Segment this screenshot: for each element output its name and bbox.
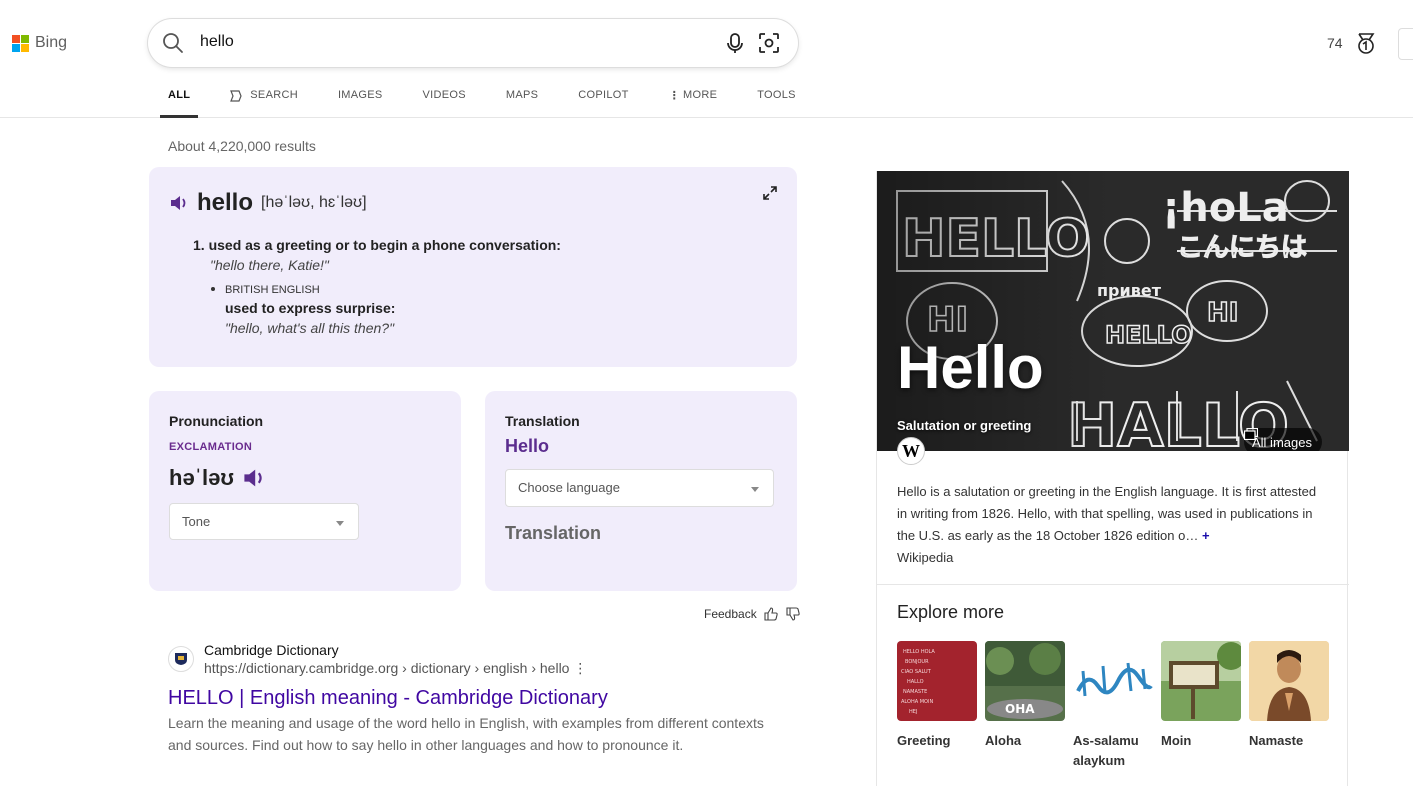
translation-card: Translation Hello Choose language Transl…: [485, 391, 797, 591]
tone-select[interactable]: Tone: [169, 503, 359, 540]
svg-text:BONJOUR: BONJOUR: [905, 659, 929, 665]
more-options-icon[interactable]: ⋮: [573, 660, 587, 676]
tab-search[interactable]: SEARCH: [220, 86, 306, 118]
part-of-speech: EXCLAMATION: [169, 441, 253, 453]
speaker-icon[interactable]: [242, 467, 266, 489]
moin-thumbnail: [1161, 641, 1241, 721]
search-box[interactable]: hello: [148, 19, 798, 67]
greeting-thumbnail: HELLO HOLA BONJOUR CIAO SALUT HALLO NAMAST…: [897, 641, 977, 721]
tab-images[interactable]: IMAGES: [330, 86, 391, 118]
divider: [877, 584, 1349, 585]
svg-text:ОНА: ОНА: [1005, 702, 1035, 716]
explore-item-moin[interactable]: Moin: [1161, 641, 1241, 771]
explore-more-title: Explore more: [897, 602, 1005, 622]
bullet: [211, 287, 215, 291]
ipa-value: həˈləʊ: [169, 465, 235, 490]
definition-2: used to express surprise:: [225, 300, 396, 316]
gallery-icon: [1244, 428, 1258, 440]
logo-text: Bing: [35, 34, 68, 51]
thumbs-up-icon[interactable]: [763, 606, 779, 622]
svg-text:HELLO HOLA: HELLO HOLA: [903, 649, 935, 655]
result-snippet: Learn the meaning and usage of the word …: [168, 715, 764, 753]
dictionary-word: hello: [197, 189, 254, 216]
chevron-down-icon: [336, 521, 344, 526]
all-images-button[interactable]: All images: [1244, 428, 1322, 451]
site-favicon[interactable]: [168, 646, 194, 672]
hello-chalkboard-image[interactable]: HELLO ¡hoLa HELLO HI HI HALLO こんにちは прив…: [877, 171, 1349, 451]
dictionary-pronunciation: [həˈləʊ, hɛˈləʊ]: [261, 194, 367, 211]
calligraphy-thumbnail: [1073, 641, 1153, 721]
speaker-icon[interactable]: [169, 194, 189, 212]
result-url: https://dictionary.cambridge.org › dicti…: [204, 660, 588, 676]
search-input[interactable]: hello: [200, 33, 234, 51]
dictionary-header: hello [həˈləʊ, hɛˈləʊ]: [169, 189, 367, 217]
svg-text:NAMASTE: NAMASTE: [903, 689, 927, 695]
example-2: "hello, what's all this then?": [225, 320, 395, 336]
copilot-search-icon: [230, 90, 242, 102]
microphone-icon[interactable]: [724, 32, 746, 54]
aloha-thumbnail: ОНА: [985, 641, 1065, 721]
cambridge-shield-icon: [175, 653, 187, 665]
dictionary-card: hello [həˈləʊ, hɛˈləʊ] 1. used as a gree…: [149, 167, 797, 367]
tab-tools[interactable]: TOOLS: [749, 86, 804, 118]
explore-more-list: HELLO HOLA BONJOUR CIAO SALUT HALLO NAMAST…: [897, 641, 1329, 771]
ipa-text: həˈləʊ: [169, 465, 266, 491]
header: Bing hello 74 ALL SEARCH IMAGES VIDEOS M…: [0, 0, 1413, 118]
tab-more[interactable]: ⋮ MORE: [661, 86, 726, 118]
more-dots-icon: ⋮: [668, 90, 680, 102]
explore-item-greeting[interactable]: HELLO HOLA BONJOUR CIAO SALUT HALLO NAMAST…: [897, 641, 977, 771]
pronunciation-card: Pronunciation EXCLAMATION həˈləʊ Tone: [149, 391, 461, 591]
rewards-count[interactable]: 74: [1327, 35, 1343, 51]
search-tabs: ALL SEARCH IMAGES VIDEOS MAPS COPILOT ⋮ …: [160, 86, 804, 118]
entity-subtitle: Salutation or greeting: [897, 418, 1032, 433]
microsoft-logo-icon: [12, 34, 29, 52]
feedback-label[interactable]: Feedback: [704, 607, 757, 621]
entity-description: Hello is a salutation or greeting in the…: [897, 484, 1317, 543]
knowledge-panel: HELLO ¡hoLa HELLO HI HI HALLO こんにちは прив…: [876, 171, 1349, 786]
result-site-name[interactable]: Cambridge Dictionary: [204, 642, 339, 658]
translation-output: Translation: [505, 523, 602, 543]
chalkboard-art: HELLO ¡hoLa HELLO HI HI HALLO こんにちは прив…: [877, 171, 1349, 451]
example-1: "hello there, Katie!": [210, 257, 329, 273]
rewards-medal-icon[interactable]: [1354, 31, 1378, 55]
tab-all[interactable]: ALL: [160, 86, 199, 118]
explore-item-namaste[interactable]: Namaste: [1249, 641, 1329, 771]
language-select[interactable]: Choose language: [505, 469, 774, 507]
profile-button[interactable]: [1398, 28, 1413, 60]
wikipedia-icon[interactable]: W: [897, 437, 925, 465]
bing-logo[interactable]: Bing: [12, 34, 67, 52]
thumbs-down-icon[interactable]: [785, 606, 801, 622]
tab-videos[interactable]: VIDEOS: [415, 86, 474, 118]
feedback-row: Feedback: [704, 606, 801, 622]
definition-1: 1. used as a greeting or to begin a phon…: [193, 237, 561, 253]
pronunciation-title: Pronunciation: [169, 413, 264, 429]
namaste-thumbnail: [1249, 641, 1329, 721]
svg-text:CIAO SALUT: CIAO SALUT: [901, 669, 932, 675]
expand-icon[interactable]: [762, 185, 778, 201]
tab-maps[interactable]: MAPS: [498, 86, 546, 118]
region-label: BRITISH ENGLISH: [225, 284, 320, 296]
results-count: About 4,220,000 results: [168, 138, 316, 154]
expand-plus-icon[interactable]: +: [1202, 528, 1210, 543]
entity-source[interactable]: Wikipedia: [897, 550, 953, 565]
search-icon[interactable]: [162, 32, 184, 54]
translation-source-word: Hello: [505, 436, 550, 456]
svg-text:HALLO: HALLO: [907, 679, 924, 685]
translation-title: Translation: [505, 413, 580, 429]
chevron-down-icon: [751, 487, 759, 492]
tab-copilot[interactable]: COPILOT: [570, 86, 636, 118]
result-title-link[interactable]: HELLO | English meaning - Cambridge Dict…: [168, 687, 608, 710]
explore-item-as-salamu-alaykum[interactable]: As-salamu alaykum: [1073, 641, 1153, 771]
svg-text:ALOHA MOIN: ALOHA MOIN: [901, 699, 933, 705]
entity-title: Hello: [897, 334, 1044, 401]
explore-item-aloha[interactable]: ОНА Aloha: [985, 641, 1065, 771]
visual-search-icon[interactable]: [758, 32, 780, 54]
svg-text:HEJ: HEJ: [909, 709, 917, 715]
